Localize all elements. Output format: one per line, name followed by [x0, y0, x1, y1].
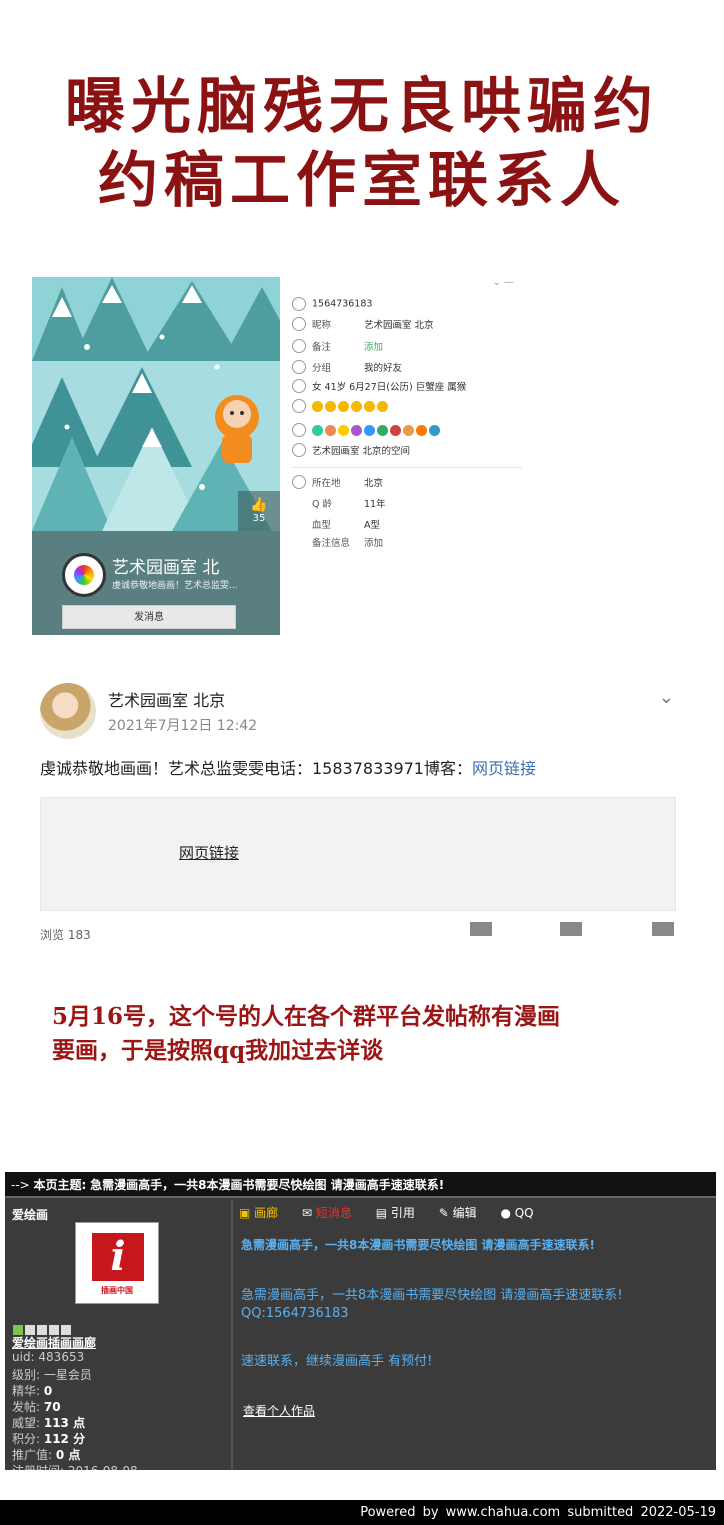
- add-remark-link[interactable]: 添加: [364, 342, 383, 353]
- group-select[interactable]: 我的好友: [364, 363, 402, 374]
- user-logo: i 插画中国: [75, 1222, 159, 1304]
- post-author[interactable]: 艺术园画室 北京: [108, 687, 225, 711]
- headline-line-2: 约稿工作室联系人: [98, 146, 626, 216]
- divider: [292, 467, 522, 468]
- qq-number: 1564736183: [312, 298, 373, 310]
- forum-post-title: 急需漫画高手，一共8本漫画书需要尽快绘图 请漫画高手速速联系!: [241, 1238, 596, 1252]
- star-icon: [292, 443, 306, 457]
- blank-icon: [292, 496, 306, 510]
- edit-button[interactable]: ✎ 编辑: [439, 1206, 487, 1220]
- footer-bar: Powered by www.chahua.com submitted 2022…: [0, 1500, 724, 1525]
- short-message-button[interactable]: ✉ 短消息: [302, 1206, 362, 1220]
- blank-icon: [292, 535, 306, 549]
- profile-row: 女 41岁 6月27日(公历) 巨蟹座 属猴: [292, 379, 524, 395]
- qq-signature: 虔诚恭敬地画画！艺术总监雯...: [112, 581, 238, 591]
- group-row: 分组 我的好友: [292, 360, 524, 376]
- logo-letter-icon: i: [110, 1233, 126, 1280]
- view-count: 浏览 183: [40, 928, 91, 942]
- forum-post-screenshot: --> 本页主题: 急需漫画高手，一共8本漫画书需要尽快绘图 请漫画高手速速联系…: [5, 1172, 716, 1470]
- nickname-row: 昵称 艺术园画室 北京: [292, 317, 524, 333]
- remark-row: 备注 添加: [292, 339, 524, 355]
- qq-card-footer: 艺术园画室 北 虔诚恭敬地画画！艺术总监雯... 发消息: [32, 531, 280, 635]
- link-preview-card[interactable]: 网页链接: [40, 797, 676, 911]
- commentary-text: 5月16号，这个号的人在各个群平台发帖称有漫画 要画，于是按照qq我加过去详谈: [52, 1003, 561, 1064]
- forum-body-qq: QQ:1564736183: [241, 1306, 349, 1321]
- add-remark-info-link[interactable]: 添加: [364, 538, 383, 549]
- space-row: 艺术园画室 北京的空间: [292, 443, 524, 459]
- user-icon: [292, 317, 306, 331]
- forum-body-line-1: 急需漫画高手，一共8本漫画书需要尽快绘图 请漫画高手速速联系!: [241, 1288, 623, 1303]
- more-icon: [292, 475, 306, 489]
- like-count: 35: [252, 513, 266, 524]
- post-footer: 浏览 183: [40, 922, 676, 943]
- penguin-icon: [292, 297, 306, 311]
- person-icon: [292, 379, 306, 393]
- headline-line-1: 曝光脑残无良哄骗约: [65, 72, 659, 142]
- service-icon: [292, 423, 306, 437]
- forum-nickname-link[interactable]: 爱绘画插画画廊: [12, 1334, 96, 1351]
- remark-info-row: 备注信息 添加: [292, 535, 524, 551]
- card-web-link[interactable]: 网页链接: [179, 842, 239, 863]
- group-icon: [292, 360, 306, 374]
- level-badges-row: [292, 399, 524, 415]
- qzone-link[interactable]: 艺术园画室 北京的空间: [312, 446, 410, 457]
- level-icon: [292, 399, 306, 413]
- like-icon[interactable]: [470, 922, 492, 936]
- share-icon[interactable]: [652, 922, 674, 936]
- qq-profile-card: 👍 35 艺术园画室 北 虔诚恭敬地画画！艺术总监雯... 发消息: [32, 277, 280, 635]
- location-row: 所在地 北京: [292, 475, 524, 491]
- forum-content-column: ▣ 画廊 ✉ 短消息 ▤ 引用 ✎ 编辑 ● QQ 急需漫画高手，一共8本漫画书…: [235, 1200, 716, 1470]
- qq-info-panel: ⌄ — 1564736183 昵称 艺术园画室 北京 备注 添加 分组 我的好友 女 …: [292, 277, 524, 557]
- qq-button[interactable]: ● QQ: [500, 1206, 543, 1220]
- headline: 曝光脑残无良哄骗约 约稿工作室联系人: [0, 70, 724, 218]
- blank-icon: [292, 517, 306, 531]
- web-link[interactable]: 网页链接: [472, 759, 536, 778]
- thumbs-up-icon: 👍: [250, 497, 268, 513]
- send-message-button[interactable]: 发消息: [62, 605, 236, 629]
- service-badges-row: [292, 423, 524, 439]
- forum-username[interactable]: 爱绘画: [12, 1206, 48, 1223]
- qq-number-row: 1564736183: [292, 297, 524, 313]
- qq-display-name: 艺术园画室 北: [112, 558, 220, 578]
- post-timestamp: 2021年7月12日 12:42: [108, 718, 258, 734]
- social-post: 艺术园画室 北京 2021年7月12日 12:42 ⌄ 虔诚恭敬地画画！艺术总监…: [40, 683, 680, 943]
- avatar[interactable]: [40, 683, 96, 739]
- window-controls[interactable]: ⌄ —: [492, 277, 514, 288]
- post-toolbar: ▣ 画廊 ✉ 短消息 ▤ 引用 ✎ 编辑 ● QQ: [239, 1204, 554, 1222]
- view-works-link[interactable]: 查看个人作品: [243, 1402, 315, 1419]
- gallery-button[interactable]: ▣ 画廊: [239, 1206, 288, 1220]
- forum-topic-bar: --> 本页主题: 急需漫画高手，一共8本漫画书需要尽快绘图 请漫画高手速速联系…: [5, 1172, 716, 1198]
- avatar[interactable]: [62, 553, 106, 597]
- blood-row: 血型 A型: [292, 517, 524, 533]
- post-body: 虔诚恭敬地画画！艺术总监雯雯电话：15837833971博客：网页链接: [40, 759, 536, 778]
- qage-row: Q 龄 11年: [292, 496, 524, 512]
- forum-body-line-3: 速速联系，继续漫画高手 有预付!: [241, 1354, 433, 1369]
- note-icon: [292, 339, 306, 353]
- comment-icon[interactable]: [560, 922, 582, 936]
- camera-lens-icon: [74, 565, 94, 585]
- chevron-down-icon[interactable]: ⌄: [659, 687, 674, 708]
- topic-title: 急需漫画高手，一共8本漫画书需要尽快绘图 请漫画高手速速联系!: [90, 1178, 445, 1192]
- forum-user-column: 爱绘画 i 插画中国 爱绘画插画画廊 uid: 483653 级别: 一星会员 …: [5, 1200, 233, 1470]
- quote-button[interactable]: ▤ 引用: [376, 1206, 425, 1220]
